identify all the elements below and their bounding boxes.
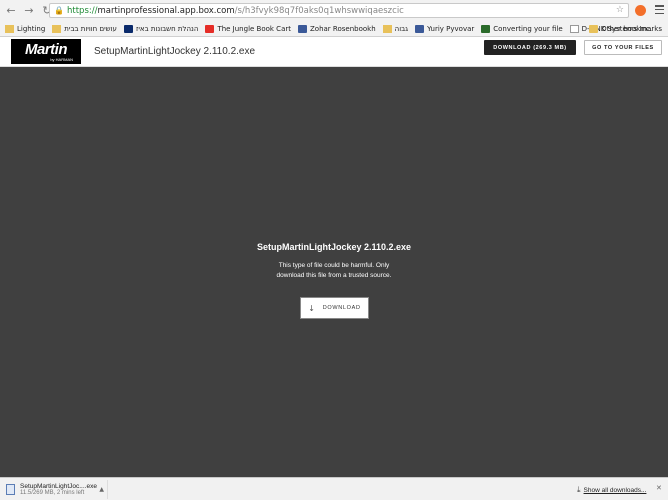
url-host: martinprofessional.app.box.com bbox=[97, 5, 235, 16]
other-bookmarks-label: Other bookmarks bbox=[601, 24, 662, 33]
chevron-up-icon[interactable]: ▲ bbox=[99, 486, 104, 493]
show-all-downloads-label: Show all downloads... bbox=[583, 486, 647, 494]
warning-line-2: download this file from a trusted source… bbox=[276, 272, 392, 279]
preview-download-button[interactable]: ↓ DOWNLOAD bbox=[300, 297, 369, 319]
download-file-name: SetupMartinLightJoc....exe bbox=[20, 483, 97, 490]
bookmark-item[interactable]: Lighting bbox=[5, 22, 47, 35]
preview-title: SetupMartinLightJockey 2.110.2.exe bbox=[256, 242, 412, 252]
download-arrow-icon: ↓ bbox=[308, 303, 316, 313]
warning-line-1: This type of file could be harmful. Only bbox=[278, 262, 390, 269]
url-path: /s/h3fvyk98q7f0aks0q1whswwiqaeszcic bbox=[234, 5, 404, 16]
bookmark-item[interactable]: Yuriy Pyvovar bbox=[415, 22, 476, 35]
bookmark-item[interactable]: The Jungle Book Cart bbox=[205, 22, 293, 35]
bookmark-item[interactable]: הנהלת חשבונות באיז bbox=[123, 22, 201, 35]
preview-download-label: DOWNLOAD bbox=[322, 305, 361, 311]
address-bar[interactable]: 🔒 https:// martinprofessional.app.box.co… bbox=[49, 3, 629, 18]
facebook-icon bbox=[415, 24, 425, 33]
bookmark-item[interactable]: גבוה bbox=[382, 22, 410, 35]
bookmark-label: הנהלת חשבונות באיז bbox=[135, 24, 199, 33]
youtube-icon bbox=[205, 24, 215, 33]
bookmark-label: Converting your file bbox=[493, 24, 563, 33]
folder-icon bbox=[589, 24, 599, 33]
page-icon bbox=[569, 24, 579, 33]
download-item-text: SetupMartinLightJoc....exe 11.5/269 MB, … bbox=[20, 483, 97, 496]
a-logo-icon bbox=[123, 24, 133, 33]
download-shelf: SetupMartinLightJoc....exe 11.5/269 MB, … bbox=[0, 477, 668, 500]
extension-icon[interactable] bbox=[635, 5, 646, 16]
logo-text: Martin bbox=[25, 40, 68, 58]
download-status: 11.5/269 MB, 2 mins left bbox=[20, 490, 85, 496]
bookmark-item[interactable]: Zohar Rosenbookh bbox=[298, 22, 378, 35]
file-title: SetupMartinLightJockey 2.110.2.exe bbox=[94, 46, 256, 57]
forward-icon[interactable]: → bbox=[22, 3, 36, 17]
logo-subtext: by HARMAN bbox=[50, 56, 73, 62]
show-all-downloads-link[interactable]: ⤓ Show all downloads... bbox=[577, 485, 646, 495]
url-protocol: https:// bbox=[67, 5, 98, 16]
folder-icon bbox=[5, 24, 14, 33]
chrome-menu-icon[interactable] bbox=[655, 5, 664, 14]
folder-icon bbox=[52, 24, 62, 33]
app-icon bbox=[481, 24, 491, 33]
lock-icon: 🔒 bbox=[54, 6, 64, 15]
bookmark-star-icon[interactable]: ☆ bbox=[616, 5, 624, 15]
download-item[interactable]: SetupMartinLightJoc....exe 11.5/269 MB, … bbox=[2, 480, 108, 499]
close-icon[interactable]: ✕ bbox=[656, 484, 662, 492]
bookmark-label: עושים חוויות בבית bbox=[64, 24, 117, 33]
bookmark-item[interactable]: עושים חוויות בבית bbox=[52, 22, 119, 35]
download-arrow-icon: ⤓ bbox=[577, 485, 581, 494]
other-bookmarks[interactable]: Other bookmarks bbox=[589, 22, 662, 35]
file-icon bbox=[6, 484, 15, 495]
bookmark-item[interactable]: Converting your file bbox=[481, 22, 564, 35]
bookmark-label: גבוה bbox=[394, 24, 409, 33]
back-icon[interactable]: ← bbox=[4, 3, 18, 17]
bookmark-label: Yuriy Pyvovar bbox=[427, 24, 475, 33]
facebook-icon bbox=[298, 24, 307, 33]
bookmark-label: The Jungle Book Cart bbox=[217, 24, 291, 33]
go-to-your-files-button[interactable]: GO TO YOUR FILES bbox=[584, 40, 662, 55]
bookmarks-bar: Lighting עושים חוויות בבית הנהלת חשבונות ב… bbox=[0, 20, 668, 37]
header-download-button[interactable]: DOWNLOAD (269.3 MB) bbox=[484, 40, 576, 55]
martin-logo[interactable]: Martin by HARMAN bbox=[11, 39, 81, 64]
browser-chrome: ← → ↻ 🔒 https:// martinprofessional.app.… bbox=[0, 0, 668, 37]
preview-area: SetupMartinLightJockey 2.110.2.exe This … bbox=[0, 67, 668, 477]
bookmark-label: Zohar Rosenbookh bbox=[310, 24, 376, 33]
folder-icon bbox=[382, 24, 392, 33]
bookmark-label: Lighting bbox=[17, 24, 46, 33]
